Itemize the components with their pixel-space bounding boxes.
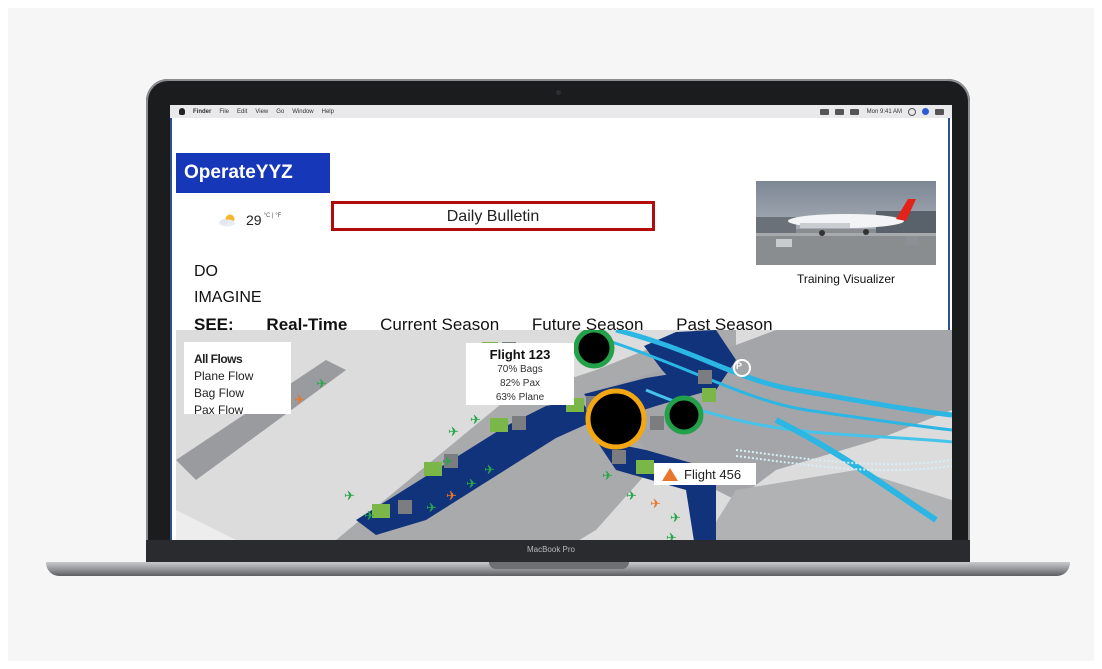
svg-text:✈: ✈ <box>344 489 355 504</box>
menubar-clock[interactable]: Mon 9:41 AM <box>867 109 902 115</box>
partly-cloudy-icon <box>219 214 235 227</box>
menu-view[interactable]: View <box>255 109 268 115</box>
flight-123-plane: 63% Plane <box>495 392 545 403</box>
warning-triangle-icon <box>662 467 678 481</box>
menu-window[interactable]: Window <box>292 109 313 115</box>
legend-plane-flow[interactable]: Plane Flow <box>194 368 291 385</box>
weather-widget: 29 °C | °F <box>218 212 281 228</box>
svg-text:✈: ✈ <box>670 511 681 526</box>
svg-text:✈: ✈ <box>294 393 305 408</box>
flight-123-card[interactable]: Flight 123 70% Bags 82% Pax 63% Plane <box>466 343 574 405</box>
menu-file[interactable]: File <box>219 109 229 115</box>
training-visualizer-thumbnail[interactable] <box>756 181 936 265</box>
svg-text:✈: ✈ <box>650 497 661 512</box>
laptop-screen: Finder File Edit View Go Window Help Mon… <box>170 105 952 541</box>
notification-center-icon[interactable] <box>935 108 944 115</box>
apple-logo-icon[interactable] <box>179 108 185 115</box>
flow-legend: All Flows Plane Flow Bag Flow Pax Flow <box>184 342 291 417</box>
svg-text:✈: ✈ <box>484 463 495 478</box>
app-logo[interactable]: OperateYYZ <box>176 153 330 193</box>
menu-edit[interactable]: Edit <box>237 109 247 115</box>
wifi-icon[interactable] <box>819 108 829 115</box>
menu-finder[interactable]: Finder <box>193 109 211 115</box>
imagine-label: IMAGINE <box>194 289 262 306</box>
flight-123-pax: 82% Pax <box>499 378 541 389</box>
airport-map[interactable]: ✈ ✈ ✈ ✈ ✈ ✈ ✈ ✈ ✈ ✈ ✈ ✈ ✈ ✈ ✈ ✈ ✈ <box>176 330 952 541</box>
menu-help[interactable]: Help <box>322 109 334 115</box>
weather-temperature: 29 <box>246 212 262 228</box>
legend-pax-flow[interactable]: Pax Flow <box>194 402 291 419</box>
training-visualizer-label[interactable]: Training Visualizer <box>756 272 936 286</box>
legend-bag-flow[interactable]: Bag Flow <box>194 385 291 402</box>
app-window: OperateYYZ 29 °C | °F Daily Bulletin Tra… <box>170 118 952 541</box>
flight-456-marker[interactable]: Flight 456 <box>654 463 756 485</box>
search-icon[interactable] <box>908 107 916 116</box>
flight-456-label: Flight 456 <box>684 466 742 482</box>
siri-icon[interactable] <box>922 108 929 115</box>
camera-icon <box>556 90 561 95</box>
flight-123-bags: 70% Bags <box>497 364 543 375</box>
svg-text:✈: ✈ <box>364 509 375 524</box>
svg-text:✈: ✈ <box>470 413 481 428</box>
flight-123-title: Flight 123 <box>489 347 551 362</box>
svg-text:✈: ✈ <box>626 489 637 504</box>
svg-text:✈: ✈ <box>316 377 327 392</box>
weather-unit-toggle[interactable]: °C | °F <box>264 213 282 219</box>
svg-text:✈: ✈ <box>446 489 457 504</box>
parking-label: P <box>736 361 743 371</box>
airplay-icon[interactable] <box>834 108 844 115</box>
svg-text:✈: ✈ <box>426 501 437 516</box>
do-label: DO <box>194 263 218 280</box>
svg-text:✈: ✈ <box>448 425 459 440</box>
menu-go[interactable]: Go <box>276 109 284 115</box>
svg-text:✈: ✈ <box>602 469 613 484</box>
device-label: MacBook Pro <box>526 545 576 554</box>
svg-text:✈: ✈ <box>466 477 477 492</box>
mac-menubar: Finder File Edit View Go Window Help Mon… <box>170 105 952 118</box>
legend-all-flows[interactable]: All Flows <box>194 351 291 368</box>
laptop-notch <box>489 562 629 569</box>
svg-text:✈: ✈ <box>442 455 453 470</box>
battery-icon[interactable] <box>849 108 859 115</box>
daily-bulletin-button[interactable]: Daily Bulletin <box>331 201 655 231</box>
